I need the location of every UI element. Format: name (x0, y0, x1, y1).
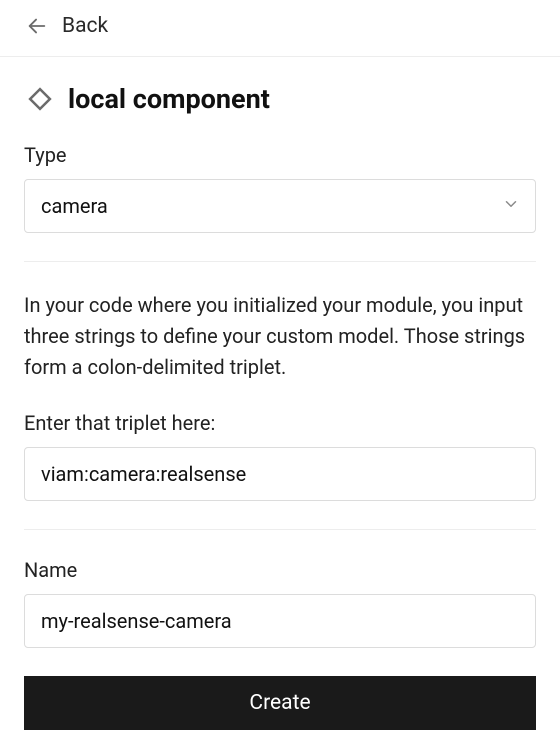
header-row: local component (24, 83, 536, 115)
back-arrow-icon[interactable] (26, 15, 48, 37)
back-label[interactable]: Back (62, 14, 108, 38)
triplet-section: Enter that triplet here: (24, 411, 536, 501)
content: local component Type camera In your code… (0, 57, 560, 730)
divider (24, 529, 536, 530)
create-button[interactable]: Create (24, 676, 536, 730)
name-input[interactable] (24, 594, 536, 648)
triplet-prompt: Enter that triplet here: (24, 411, 536, 435)
type-section: Type camera (24, 143, 536, 233)
description-text: In your code where you initialized your … (24, 290, 536, 383)
page-title: local component (68, 83, 270, 115)
topbar: Back (0, 0, 560, 57)
type-label: Type (24, 143, 536, 167)
diamond-icon (24, 83, 56, 115)
divider (24, 261, 536, 262)
triplet-input[interactable] (24, 447, 536, 501)
name-section: Name (24, 558, 536, 648)
type-select[interactable]: camera (24, 179, 536, 233)
type-select-wrap: camera (24, 179, 536, 233)
name-label: Name (24, 558, 536, 582)
